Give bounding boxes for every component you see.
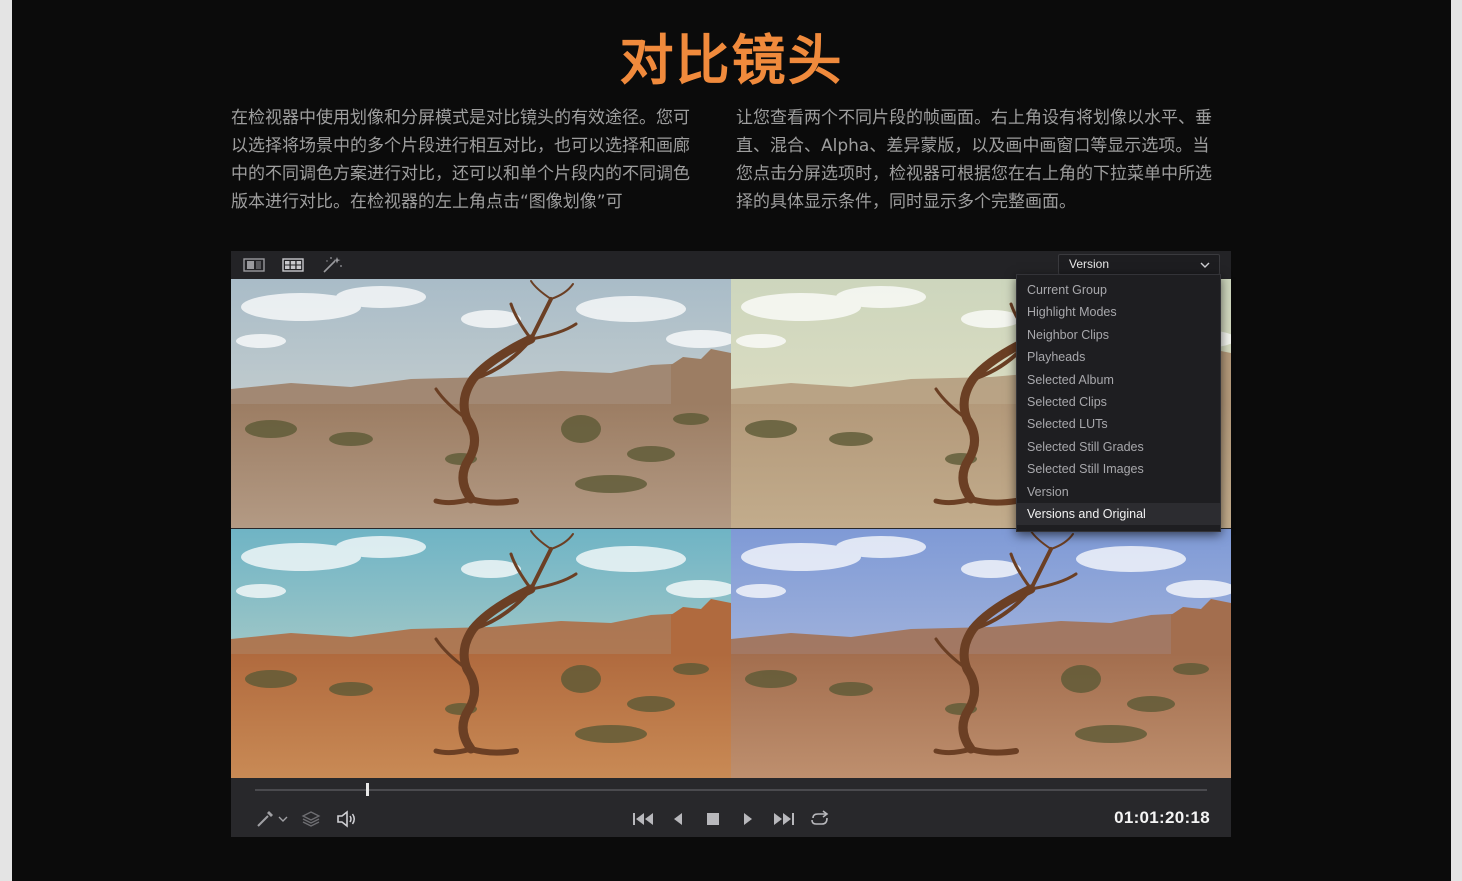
compare-mode-option[interactable]: Versions and Original [1017, 502, 1220, 526]
timeline-scrubber[interactable] [255, 789, 1207, 791]
skip-to-end-icon[interactable] [772, 809, 796, 829]
color-picker-icon[interactable] [255, 809, 275, 829]
compare-mode-option[interactable]: Current Group [1017, 279, 1220, 301]
chevron-down-icon [1200, 262, 1210, 268]
transport-bar: 01:01:20:18 [231, 778, 1231, 837]
viewer-frame-version-3[interactable] [731, 529, 1231, 778]
skip-to-start-icon[interactable] [631, 809, 655, 829]
layers-icon[interactable] [301, 809, 321, 829]
description-right: 让您查看两个不同片段的帧画面。右上角设有将划像以水平、垂直、混合、Alpha、差… [736, 108, 1212, 212]
image-wipe-icon[interactable] [243, 256, 265, 274]
viewer-frame-original[interactable] [231, 279, 731, 528]
compare-mode-option[interactable]: Neighbor Clips [1017, 324, 1220, 346]
compare-mode-option[interactable]: Selected Album [1017, 369, 1220, 391]
compare-mode-option[interactable]: Playheads [1017, 346, 1220, 368]
playhead-handle[interactable] [366, 783, 370, 796]
compare-mode-menu: Current Group Highlight Modes Neighbor Cli… [1016, 274, 1221, 532]
chevron-down-icon[interactable] [277, 809, 289, 829]
description-left: 在检视器中使用划像和分屏模式是对比镜头的有效途径。您可以选择将场景中的多个片段进… [231, 108, 690, 212]
volume-icon[interactable] [335, 809, 357, 829]
page: 对比镜头 在检视器中使用划像和分屏模式是对比镜头的有效途径。您可以选择将场景中的… [12, 0, 1451, 881]
compare-mode-option[interactable]: Selected LUTs [1017, 413, 1220, 435]
compare-mode-option[interactable]: Selected Clips [1017, 391, 1220, 413]
play-icon[interactable] [740, 809, 756, 829]
compare-mode-option[interactable]: Selected Still Images [1017, 458, 1220, 480]
magic-wand-icon[interactable] [321, 256, 343, 274]
compare-mode-value: Version [1069, 257, 1110, 271]
compare-mode-option[interactable]: Selected Still Grades [1017, 436, 1220, 458]
split-screen-icon[interactable] [282, 256, 304, 274]
page-title: 对比镜头 [619, 29, 844, 92]
compare-mode-option[interactable]: Highlight Modes [1017, 301, 1220, 323]
viewer-frame-version-2[interactable] [231, 529, 731, 778]
play-reverse-icon[interactable] [670, 809, 686, 829]
timecode-display: 01:01:20:18 [1114, 808, 1210, 827]
compare-mode-option[interactable]: Version [1017, 481, 1220, 503]
stop-icon[interactable] [705, 809, 721, 829]
loop-icon[interactable] [808, 809, 832, 829]
viewer-panel: Version Current Group Highlight Modes Ne… [231, 251, 1231, 837]
compare-mode-select[interactable]: Version [1058, 254, 1220, 275]
